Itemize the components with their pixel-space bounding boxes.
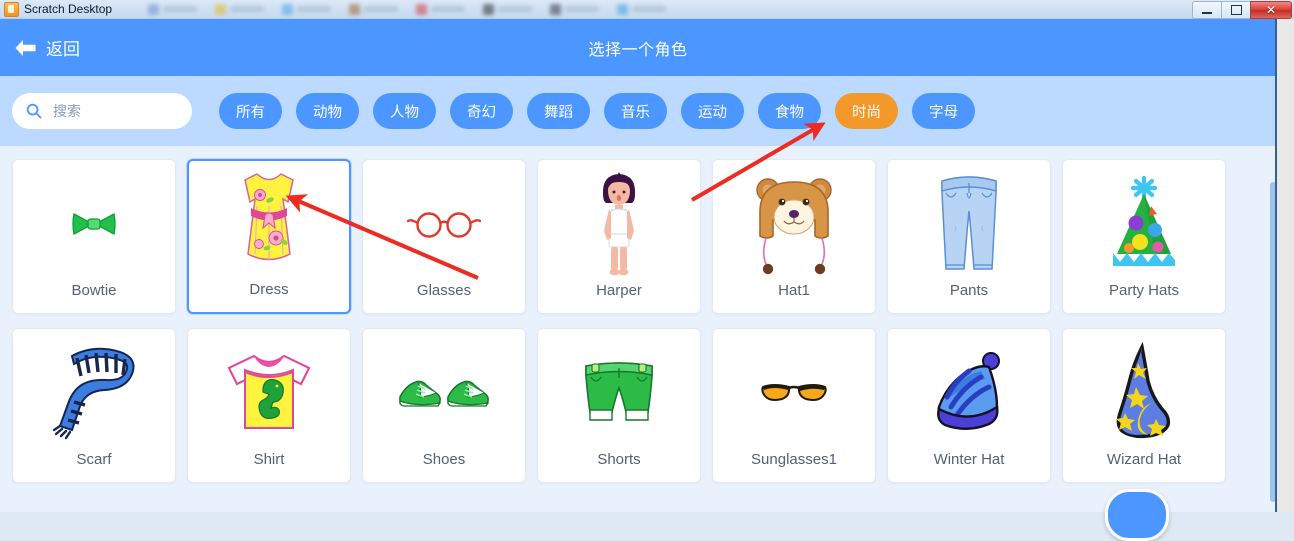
ghost-tab	[215, 3, 264, 15]
category-tab-label: 食物	[775, 104, 804, 121]
category-tab-label: 奇幻	[467, 104, 496, 121]
search-input[interactable]	[51, 102, 178, 120]
search-box[interactable]	[12, 93, 192, 129]
sprite-grid-area: Bowtie Dress Glasses Harper Hat1 Pants P…	[0, 146, 1276, 512]
sprite-card[interactable]: Winter Hat	[887, 328, 1051, 483]
sprite-name: Shirt	[253, 451, 285, 468]
maximize-button[interactable]	[1221, 1, 1250, 19]
ghost-tab	[483, 3, 532, 15]
back-button[interactable]: 返回	[14, 35, 80, 60]
window-title: Scratch Desktop	[24, 2, 113, 16]
maximize-icon	[1230, 5, 1242, 15]
category-tab-2[interactable]: 人物	[373, 93, 436, 129]
page-title: 选择一个角色	[588, 41, 688, 59]
sprite-name: Hat1	[778, 282, 810, 299]
scarf-icon	[13, 329, 175, 451]
sprite-card[interactable]: Bowtie	[12, 159, 176, 314]
ghost-tab	[148, 3, 197, 15]
glasses-icon	[363, 160, 525, 282]
sprite-name: Harper	[596, 282, 642, 299]
sprite-card[interactable]: Sunglasses1	[712, 328, 876, 483]
sprite-card[interactable]: Wizard Hat	[1062, 328, 1226, 483]
category-tab-label: 舞蹈	[544, 104, 573, 121]
category-tab-label: 时尚	[852, 104, 881, 121]
sprite-card[interactable]: Party Hats	[1062, 159, 1226, 314]
ghost-tab	[550, 3, 599, 15]
minimize-icon	[1202, 11, 1212, 14]
add-sprite-button[interactable]	[1105, 489, 1169, 541]
bear-hat-icon	[713, 160, 875, 282]
sprite-name: Pants	[949, 282, 989, 299]
sprite-card[interactable]: Shirt	[187, 328, 351, 483]
category-tab-4[interactable]: 舞蹈	[527, 93, 590, 129]
filter-bar: 所有 动物 人物 奇幻 舞蹈 音乐 运动 食物 时尚 字母	[0, 76, 1276, 146]
wizard-hat-icon	[1063, 329, 1225, 451]
category-tab-label: 所有	[236, 104, 265, 121]
background-browser-tabs	[148, 0, 1154, 18]
sprite-card[interactable]: Glasses	[362, 159, 526, 314]
sprite-card[interactable]: Harper	[537, 159, 701, 314]
category-tab-label: 字母	[929, 104, 958, 121]
sprite-name: Glasses	[416, 282, 472, 299]
shoes-icon	[363, 329, 525, 451]
bowtie-icon	[13, 160, 175, 282]
sprite-grid: Bowtie Dress Glasses Harper Hat1 Pants P…	[0, 146, 1276, 483]
sprite-card[interactable]: Hat1	[712, 159, 876, 314]
category-tab-9[interactable]: 字母	[912, 93, 975, 129]
ghost-tab	[416, 3, 465, 15]
window-controls[interactable]: ✕	[1192, 1, 1292, 19]
harper-icon	[538, 160, 700, 282]
sprite-name: Bowtie	[71, 282, 117, 299]
sunglasses-icon	[713, 329, 875, 451]
category-tab-7[interactable]: 食物	[758, 93, 821, 129]
back-button-label: 返回	[46, 40, 80, 59]
shirt-icon	[188, 329, 350, 451]
close-icon: ✕	[1265, 3, 1277, 17]
sprite-name: Party Hats	[1108, 282, 1180, 299]
sprite-name: Scarf	[76, 451, 112, 468]
sprite-name: Shorts	[597, 451, 641, 468]
sprite-card[interactable]: Dress	[187, 159, 351, 314]
category-tabs: 所有 动物 人物 奇幻 舞蹈 音乐 运动 食物 时尚 字母	[219, 93, 975, 129]
modal-header: 返回 选择一个角色	[0, 19, 1276, 76]
window-title-bar: Scratch Desktop ✕	[0, 0, 1294, 19]
sprite-name: Wizard Hat	[1106, 451, 1182, 468]
shorts-icon	[538, 329, 700, 451]
arrow-left-icon	[15, 39, 36, 56]
party-hat-icon	[1063, 160, 1225, 282]
ghost-tab	[282, 3, 331, 15]
category-tab-1[interactable]: 动物	[296, 93, 359, 129]
ghost-tab	[349, 3, 398, 15]
sprite-card[interactable]: Shorts	[537, 328, 701, 483]
category-tab-label: 运动	[698, 104, 727, 121]
dress-icon	[189, 161, 349, 281]
category-tab-3[interactable]: 奇幻	[450, 93, 513, 129]
sprite-name: Winter Hat	[933, 451, 1005, 468]
sprite-card[interactable]: Pants	[887, 159, 1051, 314]
category-tab-8[interactable]: 时尚	[835, 93, 898, 129]
category-tab-0[interactable]: 所有	[219, 93, 282, 129]
sprite-card[interactable]: Shoes	[362, 328, 526, 483]
category-tab-6[interactable]: 运动	[681, 93, 744, 129]
category-tab-label: 人物	[390, 104, 419, 121]
ghost-tab	[617, 3, 666, 15]
scratch-cat-icon	[4, 1, 19, 17]
winter-hat-icon	[888, 329, 1050, 451]
search-icon	[26, 103, 42, 119]
sprite-card[interactable]: Scarf	[12, 328, 176, 483]
close-button[interactable]: ✕	[1250, 1, 1292, 19]
pants-icon	[888, 160, 1050, 282]
desktop-background	[1277, 19, 1294, 512]
sprite-name: Shoes	[422, 451, 466, 468]
category-tab-label: 动物	[313, 104, 342, 121]
category-tab-label: 音乐	[621, 104, 650, 121]
sprite-name: Sunglasses1	[751, 451, 837, 468]
minimize-button[interactable]	[1192, 1, 1221, 19]
category-tab-5[interactable]: 音乐	[604, 93, 667, 129]
sprite-name: Dress	[249, 281, 289, 298]
